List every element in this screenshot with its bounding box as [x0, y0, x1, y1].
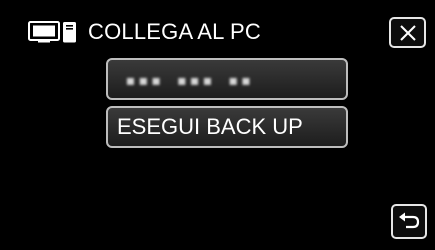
option-button-obscured[interactable]: ▪▪▪ ▪▪▪ ▪▪	[106, 58, 348, 100]
page-title: COLLEGA AL PC	[88, 19, 261, 44]
obscured-label: ▪▪▪ ▪▪▪ ▪▪	[125, 70, 254, 91]
backup-button[interactable]: ESEGUI BACK UP	[106, 106, 348, 148]
backup-button-label: ESEGUI BACK UP	[117, 114, 303, 139]
header-bar: COLLEGA AL PC	[0, 0, 435, 60]
close-button[interactable]	[389, 17, 426, 48]
back-button[interactable]	[391, 204, 427, 239]
pc-connection-icon	[28, 21, 76, 43]
return-arrow-icon	[399, 212, 420, 228]
pc-connect-screen: COLLEGA AL PC ▪▪▪ ▪▪▪ ▪▪ ESEGUI BACK UP	[0, 0, 435, 250]
close-icon	[399, 24, 416, 41]
